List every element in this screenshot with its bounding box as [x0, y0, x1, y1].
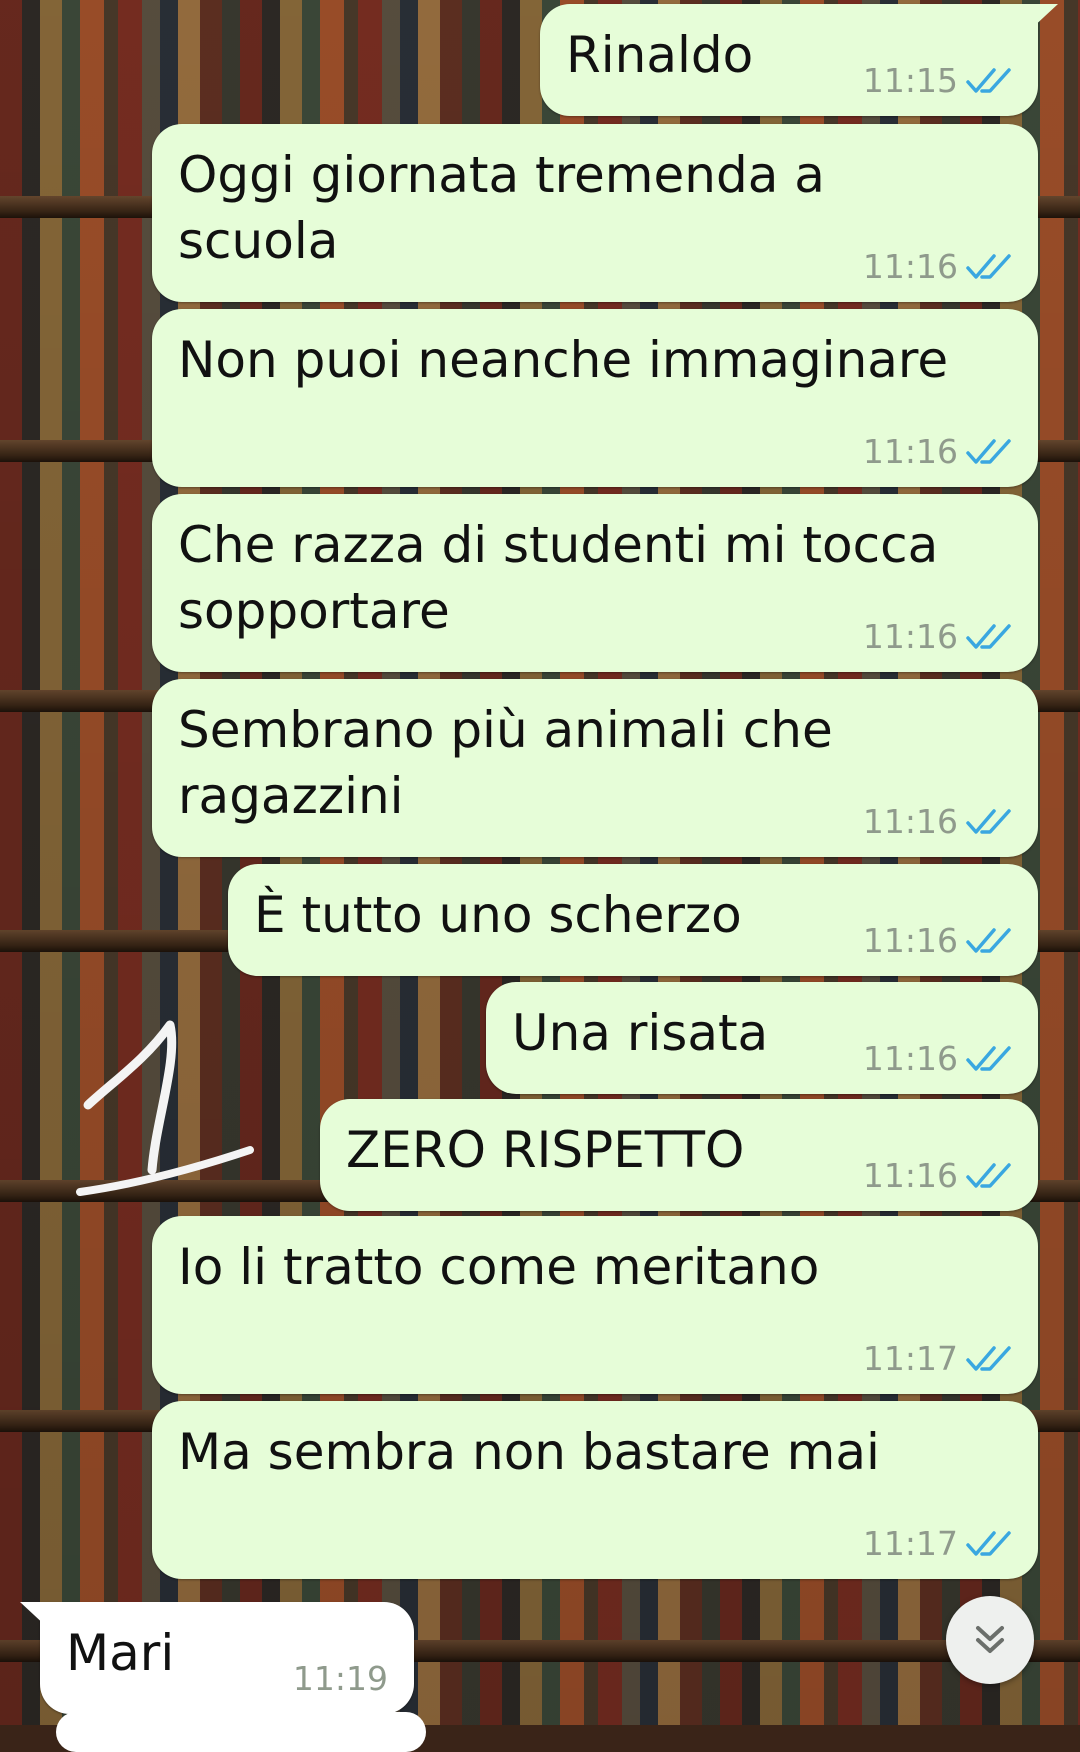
message-time: 11:16: [862, 921, 958, 960]
scroll-to-bottom-button[interactable]: [946, 1596, 1034, 1684]
message-time: 11:16: [862, 802, 958, 841]
read-receipt-icon: [966, 1345, 1011, 1371]
message-time: 11:17: [862, 1339, 958, 1378]
message-text: Io li tratto come meritano: [178, 1238, 820, 1296]
message-bubble[interactable]: Oggi giornata tremenda a scuola 11:16: [152, 124, 1038, 302]
message-bubble[interactable]: Rinaldo 11:15: [540, 4, 1058, 116]
partial-message-bubble: [56, 1712, 426, 1752]
message-bubble[interactable]: Sembrano più animali che ragazzini 11:16: [152, 679, 1038, 857]
read-receipt-icon: [966, 1530, 1011, 1556]
message-bubble[interactable]: Che razza di studenti mi tocca sopportar…: [152, 494, 1038, 672]
message-time: 11:16: [862, 1039, 958, 1078]
message-time: 11:16: [862, 247, 958, 286]
read-receipt-icon: [966, 1162, 1011, 1188]
read-receipt-icon: [966, 253, 1011, 279]
incoming-message-bubble[interactable]: Mari 11:19: [20, 1602, 414, 1714]
message-bubble[interactable]: È tutto uno scherzo 11:16: [228, 864, 1038, 976]
message-bubble[interactable]: Non puoi neanche immaginare 11:16: [152, 309, 1038, 487]
message-text: Non puoi neanche immaginare: [178, 331, 949, 389]
message-bubble[interactable]: Io li tratto come meritano 11:17: [152, 1216, 1038, 1394]
message-bubble[interactable]: ZERO RISPETTO 11:16: [320, 1099, 1038, 1211]
message-bubble[interactable]: Ma sembra non bastare mai 11:17: [152, 1401, 1038, 1579]
read-receipt-icon: [966, 1045, 1011, 1071]
message-time: 11:19: [292, 1659, 388, 1698]
message-time: 11:16: [862, 617, 958, 656]
read-receipt-icon: [966, 808, 1011, 834]
message-text: Ma sembra non bastare mai: [178, 1423, 880, 1481]
double-chevron-down-icon: [976, 1626, 1004, 1653]
message-time: 11:16: [862, 1156, 958, 1195]
message-bubble[interactable]: Una risata 11:16: [486, 982, 1038, 1094]
read-receipt-icon: [966, 927, 1011, 953]
message-time: 11:15: [862, 61, 958, 100]
read-receipt-icon: [966, 67, 1011, 93]
message-time: 11:17: [862, 1524, 958, 1563]
message-time: 11:16: [862, 432, 958, 471]
read-receipt-icon: [966, 438, 1011, 464]
handwritten-number-one-icon: [76, 1020, 254, 1196]
read-receipt-icon: [966, 623, 1011, 649]
